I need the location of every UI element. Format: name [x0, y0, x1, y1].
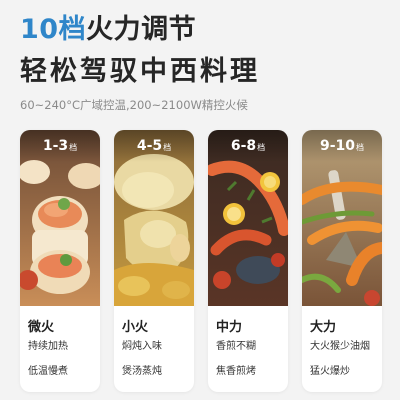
- heat-use-line1: 焖炖入味: [122, 341, 162, 352]
- headline-accent: 10档: [20, 14, 87, 45]
- heat-use-line2: 煲汤蒸炖: [122, 366, 162, 377]
- headline: 10档火力调节: [20, 13, 196, 47]
- heat-card-high: 9-10档 大力 大火猴少油烟 猛火爆炒: [302, 130, 382, 392]
- heat-range-badge: 4-5档: [114, 130, 194, 162]
- heat-level-label: 微火: [28, 320, 55, 335]
- heat-use-line2: 低温慢煮: [28, 366, 68, 377]
- heat-range-badge: 1-3档: [20, 130, 100, 162]
- heat-range-badge: 9-10档: [302, 130, 382, 162]
- heat-card-low: 1-3档 微火 持续加热 低温慢煮: [20, 130, 100, 392]
- heat-card-small: 4-5档 小火 焖炖入味 煲汤蒸炖: [114, 130, 194, 392]
- heat-level-label: 小火: [122, 320, 149, 335]
- heat-card-medium: 6-8档 中力 香煎不糊 焦香煎烤: [208, 130, 288, 392]
- heat-use-line1: 持续加热: [28, 341, 68, 352]
- spec-text: 60~240°C广域控温,200~2100W精控火候: [20, 98, 248, 112]
- subheadline: 轻松驾驭中西料理: [20, 56, 260, 87]
- heat-use-line1: 大火猴少油烟: [310, 341, 370, 352]
- heat-level-label: 大力: [310, 320, 337, 335]
- heat-level-label: 中力: [216, 320, 243, 335]
- heat-range-badge: 6-8档: [208, 130, 288, 162]
- heat-use-line2: 焦香煎烤: [216, 366, 256, 377]
- headline-main: 火力调节: [86, 14, 197, 45]
- heat-use-line2: 猛火爆炒: [310, 366, 350, 377]
- heat-use-line1: 香煎不糊: [216, 341, 256, 352]
